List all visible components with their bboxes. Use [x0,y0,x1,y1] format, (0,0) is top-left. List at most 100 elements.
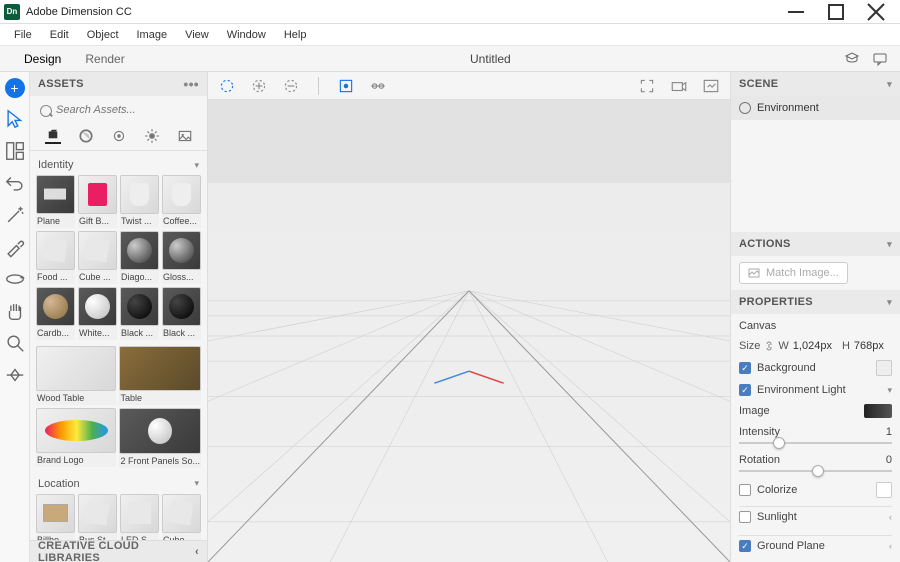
section-location[interactable]: Location▾ [36,474,201,494]
env-image-thumb[interactable] [864,404,892,418]
properties-header: PROPERTIES ▾ [731,290,900,314]
app-icon: Dn [4,4,20,20]
cc-libraries-header[interactable]: CREATIVE CLOUD LIBRARIES ‹ [30,540,207,562]
align-icon[interactable] [369,77,387,95]
search-input[interactable] [38,100,199,120]
learn-icon[interactable] [844,51,860,67]
close-button[interactable] [856,0,896,24]
asset-gloss[interactable]: Gloss... [162,231,201,284]
asset-bus-stop[interactable]: Bus St... [78,494,117,540]
asset-cube[interactable]: Cube ... [78,231,117,284]
ground-plane-checkbox[interactable] [739,540,751,552]
app-title: Adobe Dimension CC [26,6,776,18]
asset-front-panels[interactable]: 2 Front Panels So... [119,408,201,467]
chevron-down-icon[interactable]: ▾ [887,79,892,90]
assets-menu-icon[interactable]: ••• [183,76,199,92]
asset-tab-lights[interactable] [111,128,127,144]
asset-cardboard[interactable]: Cardb... [36,287,75,340]
background-checkbox[interactable] [739,362,751,374]
horizon-tool[interactable] [4,364,26,386]
canvas-label: Canvas [739,320,892,332]
chevron-right-icon[interactable]: ‹ [889,512,892,522]
subtract-selection-icon[interactable] [282,77,300,95]
rotation-slider[interactable] [739,470,892,472]
env-light-checkbox[interactable] [739,384,751,396]
sunlight-checkbox[interactable] [739,511,751,523]
chevron-down-icon: ▾ [194,478,199,489]
menu-file[interactable]: File [6,27,40,43]
selection-mode-icon[interactable] [218,77,236,95]
asset-black2[interactable]: Black ... [162,287,201,340]
select-tool[interactable] [4,108,26,130]
feedback-icon[interactable] [872,51,888,67]
mode-render[interactable]: Render [73,48,136,70]
frame-icon[interactable] [638,77,656,95]
chevron-right-icon[interactable]: ‹ [889,541,892,551]
asset-table[interactable]: Table [119,346,201,405]
background-swatch[interactable] [876,360,892,376]
asset-gift-bag[interactable]: Gift B... [78,175,117,228]
link-icon[interactable] [764,340,774,352]
asset-coffee[interactable]: Coffee... [162,175,201,228]
asset-tab-materials[interactable] [78,128,94,144]
orbit-tool[interactable] [4,268,26,290]
canvas-3d[interactable] [208,100,730,562]
viewport-toolbar [208,72,730,100]
asset-diagonal[interactable]: Diago... [120,231,159,284]
menu-image[interactable]: Image [129,27,176,43]
asset-tab-images[interactable] [177,128,193,144]
colorize-swatch[interactable] [876,482,892,498]
assets-header: ASSETS ••• [30,72,207,96]
asset-food[interactable]: Food ... [36,231,75,284]
tool-strip: + [0,72,30,562]
intensity-value[interactable]: 1 [886,426,892,438]
asset-cube2[interactable]: Cube [162,494,201,540]
asset-white[interactable]: White... [78,287,117,340]
menu-view[interactable]: View [177,27,217,43]
asset-led[interactable]: LED S... [120,494,159,540]
section-identity[interactable]: Identity▾ [36,155,201,175]
menu-edit[interactable]: Edit [42,27,77,43]
undo-tool[interactable] [4,172,26,194]
intensity-slider[interactable] [739,442,892,444]
mode-design[interactable]: Design [12,48,73,70]
environment-icon [739,102,751,114]
height-value[interactable]: 768px [854,340,884,352]
minimize-button[interactable] [776,0,816,24]
rotation-value[interactable]: 0 [886,454,892,466]
right-panel: SCENE ▾ Environment ACTIONS ▾ Match Imag… [730,72,900,562]
asset-brand-logo[interactable]: Brand Logo [36,408,116,467]
asset-black1[interactable]: Black ... [120,287,159,340]
asset-billboard[interactable]: Billbo... [36,494,75,540]
match-image-button[interactable]: Match Image... [739,262,848,284]
modebar: Design Render Untitled [0,46,900,72]
menu-window[interactable]: Window [219,27,274,43]
scene-header: SCENE ▾ [731,72,900,96]
viewport [208,72,730,562]
eyedropper-tool[interactable] [4,236,26,258]
asset-tab-models[interactable] [45,128,61,144]
asset-tab-sun[interactable] [144,128,160,144]
chevron-down-icon[interactable]: ▾ [887,385,892,396]
chevron-down-icon: ▾ [194,160,199,171]
asset-plane[interactable]: Plane [36,175,75,228]
chevron-down-icon[interactable]: ▾ [887,239,892,250]
wand-tool[interactable] [4,204,26,226]
scene-environment[interactable]: Environment [731,96,900,120]
add-selection-icon[interactable] [250,77,268,95]
hand-tool[interactable] [4,300,26,322]
render-preview-icon[interactable] [702,77,720,95]
asset-wood-table[interactable]: Wood Table [36,346,116,405]
maximize-button[interactable] [816,0,856,24]
snap-icon[interactable] [337,77,355,95]
menu-object[interactable]: Object [79,27,127,43]
layout-tool[interactable] [4,140,26,162]
camera-icon[interactable] [670,77,688,95]
zoom-tool[interactable] [4,332,26,354]
chevron-down-icon[interactable]: ▾ [887,297,892,308]
width-value[interactable]: 1,024px [793,340,832,352]
asset-twist[interactable]: Twist ... [120,175,159,228]
menu-help[interactable]: Help [276,27,315,43]
colorize-checkbox[interactable] [739,484,751,496]
add-tool[interactable]: + [5,78,25,98]
